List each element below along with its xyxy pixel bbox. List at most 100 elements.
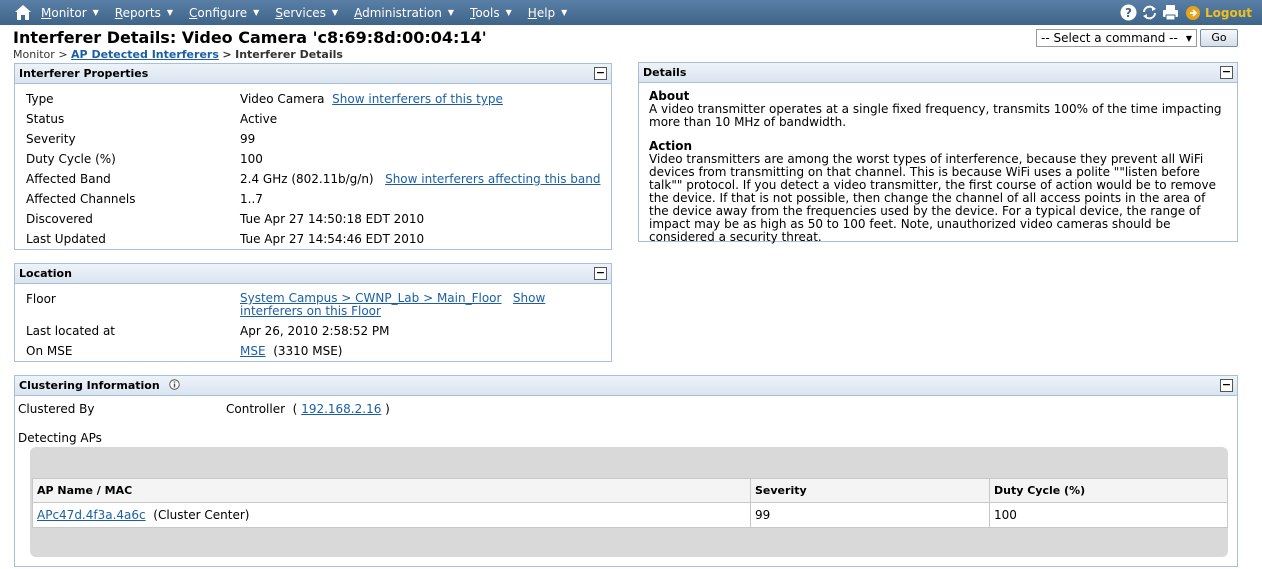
last-updated-value: Tue Apr 27 14:54:46 EDT 2010 (240, 232, 425, 246)
show-interferers-of-type-link[interactable]: Show interferers of this type (332, 92, 503, 106)
severity-value: 99 (240, 132, 256, 146)
controller-label: Controller (226, 402, 286, 416)
collapse-icon[interactable]: − (1220, 379, 1233, 392)
chevron-down-icon: ▼ (505, 8, 512, 17)
paren-open: ( (292, 402, 298, 416)
mse-link[interactable]: MSE (240, 344, 266, 358)
ap-mac-link[interactable]: APc47d.4f3a.4a6c (37, 508, 146, 522)
panel-title: Interferer Properties (19, 67, 149, 80)
chevron-down-icon: ▼ (1185, 33, 1192, 43)
prop-value: Video Camera Show interferers of this ty… (240, 92, 503, 106)
about-text: A video transmitter operates at a single… (649, 102, 1222, 129)
status-value: Active (240, 112, 278, 126)
severity-cell: 99 (750, 502, 990, 528)
type-value: Video Camera (240, 92, 325, 106)
table-header-row: AP Name / MAC Severity Duty Cycle (%) (32, 478, 1228, 503)
chevron-down-icon: ▼ (561, 8, 568, 17)
duty-cycle-cell: 100 (989, 502, 1228, 528)
menu-administration[interactable]: Administration ▼ (354, 6, 454, 20)
panel-title: Details (643, 66, 687, 79)
top-nav-bar: Monitor ▼ Reports ▼ Configure ▼ Services ▼ A… (0, 0, 1262, 25)
floor-value: System Campus > CWNP_Lab > Main_Floor Sh… (240, 292, 545, 318)
breadcrumb: Monitor > AP Detected Interferers > Inte… (13, 48, 343, 61)
logout-link[interactable]: Logout (1205, 6, 1252, 20)
chevron-down-icon: ▼ (166, 8, 173, 17)
floor-label: Floor (26, 292, 56, 306)
breadcrumb-separator: > (222, 48, 232, 61)
discovered-value: Tue Apr 27 14:50:18 EDT 2010 (240, 212, 425, 226)
prop-label: Type (26, 92, 54, 106)
command-select-value: -- Select a command -- (1041, 31, 1178, 45)
chevron-down-icon: ▼ (447, 8, 455, 17)
details-body: About A video transmitter operates at a … (639, 83, 1237, 258)
menu-services[interactable]: Services ▼ (275, 6, 338, 20)
panel-header: Clustering Information − (15, 376, 1237, 396)
floor-link[interactable]: System Campus > CWNP_Lab > Main_Floor (240, 291, 501, 305)
panel-header: Location − (15, 264, 611, 284)
header-tools: ? Logout (1116, 2, 1252, 23)
prop-value: 2.4 GHz (802.11b/g/n) Show interferers a… (240, 172, 600, 186)
collapse-icon[interactable]: − (1220, 66, 1233, 79)
refresh-icon[interactable] (1141, 4, 1158, 21)
mse-name: (3310 MSE) (273, 344, 343, 358)
panel-title: Clustering Information (19, 379, 160, 392)
show-floor-interferers-link-cont[interactable]: interferers on this Floor (240, 304, 381, 318)
breadcrumb-current: Interferer Details (235, 48, 343, 61)
about-heading: About (649, 89, 690, 103)
main-menu: Monitor ▼ Reports ▼ Configure ▼ Services ▼ A… (41, 0, 583, 25)
home-icon[interactable] (14, 4, 32, 21)
breadcrumb-root: Monitor (13, 48, 55, 61)
clustered-by-label: Clustered By (18, 402, 95, 416)
cluster-center-note: (Cluster Center) (153, 508, 250, 522)
ap-name-cell: APc47d.4f3a.4a6c (Cluster Center) (32, 502, 751, 528)
logout-icon[interactable] (1185, 5, 1201, 21)
go-button[interactable]: Go (1200, 29, 1238, 47)
details-panel: Details − About A video transmitter oper… (638, 62, 1238, 244)
panel-header: Details − (639, 63, 1237, 83)
column-header-duty-cycle[interactable]: Duty Cycle (%) (989, 478, 1228, 503)
prop-label: Last Updated (26, 232, 106, 246)
interferer-properties-panel: Interferer Properties − Type Video Camer… (14, 63, 612, 250)
duty-cycle-value: 100 (240, 152, 263, 166)
print-icon[interactable] (1162, 4, 1179, 21)
breadcrumb-ap-detected-interferers[interactable]: AP Detected Interferers (71, 48, 219, 61)
prop-label: Duty Cycle (%) (26, 152, 116, 166)
affected-channels-value: 1..7 (240, 192, 263, 206)
column-header-ap-name[interactable]: AP Name / MAC (32, 478, 751, 503)
collapse-icon[interactable]: − (594, 67, 607, 80)
action-text: Video transmitters are among the worst t… (649, 152, 1217, 244)
panel-header: Interferer Properties − (15, 64, 611, 84)
action-heading: Action (649, 139, 693, 153)
collapse-icon[interactable]: − (594, 267, 607, 280)
prop-label: Severity (26, 132, 76, 146)
affected-band-value: 2.4 GHz (802.11b/g/n) (240, 172, 374, 186)
menu-tools[interactable]: Tools ▼ (470, 6, 512, 20)
menu-help[interactable]: Help ▼ (528, 6, 568, 20)
prop-label: Affected Channels (26, 192, 136, 206)
help-icon[interactable]: ? (1120, 4, 1137, 21)
page-title: Interferer Details: Video Camera 'c8:69:… (13, 28, 487, 47)
panel-title: Location (19, 267, 72, 280)
detecting-aps-table: AP Name / MAC Severity Duty Cycle (%) AP… (32, 478, 1228, 528)
svg-text:?: ? (1125, 6, 1132, 20)
column-header-severity[interactable]: Severity (750, 478, 990, 503)
paren-close: ) (385, 402, 390, 416)
chevron-down-icon: ▼ (92, 8, 99, 17)
chevron-down-icon: ▼ (253, 8, 260, 17)
table-row: APc47d.4f3a.4a6c (Cluster Center) 99 100 (32, 502, 1228, 528)
mse-value: MSE (3310 MSE) (240, 344, 342, 358)
prop-label: Discovered (26, 212, 93, 226)
menu-monitor[interactable]: Monitor ▼ (41, 6, 99, 20)
last-located-label: Last located at (26, 324, 116, 338)
breadcrumb-separator: > (58, 48, 68, 61)
show-interferers-band-link[interactable]: Show interferers affecting this band (385, 172, 600, 186)
show-floor-interferers-link[interactable]: Show (513, 291, 545, 305)
mse-label: On MSE (26, 344, 73, 358)
menu-configure[interactable]: Configure ▼ (189, 6, 259, 20)
command-select[interactable]: -- Select a command -- ▼ (1036, 29, 1197, 47)
location-panel: Location − Floor System Campus > CWNP_La… (14, 263, 612, 362)
menu-reports[interactable]: Reports ▼ (115, 6, 173, 20)
chevron-down-icon: ▼ (331, 8, 339, 17)
info-icon[interactable] (168, 379, 180, 390)
controller-ip-link[interactable]: 192.168.2.16 (301, 402, 381, 416)
